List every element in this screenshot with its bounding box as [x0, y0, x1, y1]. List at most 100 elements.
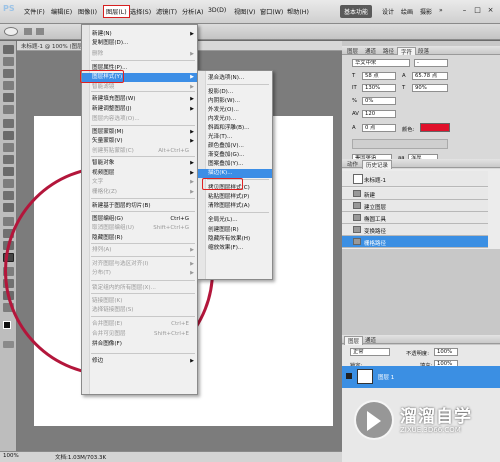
minimize-icon[interactable]: –: [459, 5, 470, 16]
move-tool-icon[interactable]: [3, 45, 14, 54]
menu-window[interactable]: 窗口(W): [260, 7, 283, 16]
pen-tool-icon[interactable]: [3, 217, 14, 226]
layer-menu-item[interactable]: 图层蒙版(M) ▶: [82, 128, 197, 137]
gradient-tool-icon[interactable]: [3, 179, 14, 188]
workspace-design[interactable]: 设计: [378, 5, 398, 18]
layer-style-item[interactable]: 混合选项(N)...: [198, 74, 272, 83]
tab-layers-mini[interactable]: 图层: [344, 47, 361, 55]
maximize-icon[interactable]: □: [472, 5, 483, 16]
layer-style-item[interactable]: 光泽(T)...: [198, 133, 272, 142]
font-style-select[interactable]: -: [414, 59, 448, 67]
opacity-field[interactable]: 100%: [434, 348, 458, 356]
menu-layer[interactable]: 图层(L): [103, 5, 130, 18]
layer-menu-item[interactable]: 对齐图层与选区对齐(I) ▶: [82, 260, 197, 269]
menu-help[interactable]: 帮助(H): [287, 7, 309, 16]
shape-layers-icon[interactable]: [36, 28, 44, 35]
blend-mode-select[interactable]: 正常: [350, 348, 390, 356]
layer-menu-item[interactable]: 隐藏图层(R): [82, 234, 197, 243]
layer-menu-item[interactable]: 合并图层(E) Ctrl+E: [82, 320, 197, 329]
layer-menu-item[interactable]: 图层内容选项(O)...: [82, 115, 197, 124]
tab-paths-mini[interactable]: 路径: [380, 47, 397, 55]
history-brush-icon[interactable]: [3, 155, 14, 164]
layer-menu-item[interactable]: 链接图层(K): [82, 297, 197, 306]
menu-image[interactable]: 图像(I): [78, 7, 97, 16]
tsume-field[interactable]: 0%: [362, 97, 396, 105]
tool-preset-icon[interactable]: [24, 28, 32, 35]
font-size-field[interactable]: 58 点: [362, 72, 396, 80]
layer-menu-item[interactable]: 智能对象 ▶: [82, 159, 197, 168]
blur-tool-icon[interactable]: [3, 191, 14, 200]
layer-style-item[interactable]: 颜色叠加(V)...: [198, 142, 272, 151]
layer-menu-item[interactable]: 新建(N) ▶: [82, 30, 197, 39]
history-row[interactable]: 椭圆工具: [342, 212, 488, 224]
layer-menu-item[interactable]: 栅格化(Z) ▶: [82, 188, 197, 197]
menu-edit[interactable]: 编辑(E): [51, 7, 72, 16]
tab-channels[interactable]: 通道: [362, 336, 379, 344]
baseline-shift-field[interactable]: 0 点: [362, 124, 396, 132]
leading-field[interactable]: 65.78 点: [412, 72, 448, 80]
menu-select[interactable]: 选择(S): [130, 7, 151, 16]
menu-view[interactable]: 视图(V): [234, 7, 255, 16]
eye-icon[interactable]: [346, 373, 352, 379]
zoom-level[interactable]: 100%: [3, 453, 19, 459]
tab-paragraph[interactable]: 段落: [415, 47, 432, 55]
layer-menu-item[interactable]: 拼合图像(F): [82, 340, 197, 349]
layer-menu-item[interactable]: 新建调整图层(J) ▶: [82, 105, 197, 114]
layer-style-item[interactable]: 斜面和浮雕(B)...: [198, 124, 272, 133]
eyedropper-tool-icon[interactable]: [3, 105, 14, 114]
tracking-field[interactable]: 120: [362, 110, 396, 118]
history-row[interactable]: 新建: [342, 188, 488, 200]
layer-style-item[interactable]: 粘贴图层样式(P): [198, 193, 272, 202]
layer-menu-item[interactable]: 新建填充图层(W) ▶: [82, 95, 197, 104]
history-row-selected[interactable]: 栅格路径: [342, 236, 488, 248]
layer-style-item[interactable]: 投影(D)...: [198, 88, 272, 97]
clone-stamp-icon[interactable]: [3, 143, 14, 152]
close-icon[interactable]: ×: [485, 5, 496, 16]
history-row[interactable]: 建立图层: [342, 200, 488, 212]
layer-style-item[interactable]: 内发光(I)...: [198, 115, 272, 124]
tab-channels-mini[interactable]: 通道: [362, 47, 379, 55]
layer-row-selected[interactable]: 图层 1: [342, 366, 500, 388]
layer-style-item[interactable]: 描边(K)...: [198, 169, 272, 178]
layer-menu-item[interactable]: 删除 ▶: [82, 50, 197, 59]
workspace-photo[interactable]: 摄影: [416, 5, 436, 18]
marquee-tool-icon[interactable]: [3, 57, 14, 66]
workspace-more[interactable]: »: [435, 5, 447, 18]
dodge-tool-icon[interactable]: [3, 203, 14, 212]
layer-menu-item[interactable]: 创建剪贴蒙版(C) Alt+Ctrl+G: [82, 147, 197, 156]
menu-file[interactable]: 文件(F): [24, 7, 45, 16]
layer-style-item[interactable]: 创建图层(R): [198, 226, 272, 235]
layer-menu-item[interactable]: 排列(A) ▶: [82, 246, 197, 255]
healing-brush-icon[interactable]: [3, 119, 14, 128]
layer-menu-item[interactable]: 合并可见图层 Shift+Ctrl+E: [82, 330, 197, 339]
layer-style-item[interactable]: 清除图层样式(A): [198, 202, 272, 211]
tab-layers[interactable]: 图层: [344, 336, 364, 345]
text-style-buttons[interactable]: [352, 139, 448, 149]
tab-actions[interactable]: 动作: [344, 160, 361, 168]
layer-style-item[interactable]: 内阴影(W)...: [198, 97, 272, 106]
foreground-color-swatch[interactable]: [3, 321, 11, 329]
history-row[interactable]: 变换路径: [342, 224, 488, 236]
eraser-tool-icon[interactable]: [3, 167, 14, 176]
menu-analysis[interactable]: 分析(A): [182, 7, 203, 16]
menu-filter[interactable]: 滤镜(T): [156, 7, 177, 16]
layer-menu-item[interactable]: 图层编组(G) Ctrl+G: [82, 215, 197, 224]
layer-menu-item[interactable]: 复制图层(D)...: [82, 39, 197, 48]
layer-menu-item[interactable]: 视频图层 ▶: [82, 169, 197, 178]
ellipse-tool-icon[interactable]: [4, 27, 18, 36]
vertical-scale-field[interactable]: 130%: [362, 84, 396, 92]
layer-menu-item[interactable]: 新建基于图层的切片(B): [82, 202, 197, 211]
layer-style-item[interactable]: 渐变叠加(G)...: [198, 151, 272, 160]
layer-style-item[interactable]: 隐藏所有效果(H): [198, 235, 272, 244]
layer-menu-item[interactable]: 取消图层编组(U) Shift+Ctrl+G: [82, 224, 197, 233]
layer-menu-item[interactable]: 矢量蒙版(V) ▶: [82, 137, 197, 146]
layer-menu-item[interactable]: 选择链接图层(S): [82, 306, 197, 315]
layer-style-item[interactable]: 缩放效果(F)...: [198, 244, 272, 253]
layer-menu-item[interactable]: 锁定组内的所有图层(X)...: [82, 284, 197, 293]
menu-3d[interactable]: 3D(D): [208, 7, 226, 14]
font-family-select[interactable]: 华文中宋: [352, 59, 410, 67]
lasso-tool-icon[interactable]: [3, 69, 14, 78]
workspace-paint[interactable]: 绘画: [397, 5, 417, 18]
quick-mask-icon[interactable]: [3, 341, 14, 348]
workspace-essentials[interactable]: 基本功能: [340, 5, 373, 18]
